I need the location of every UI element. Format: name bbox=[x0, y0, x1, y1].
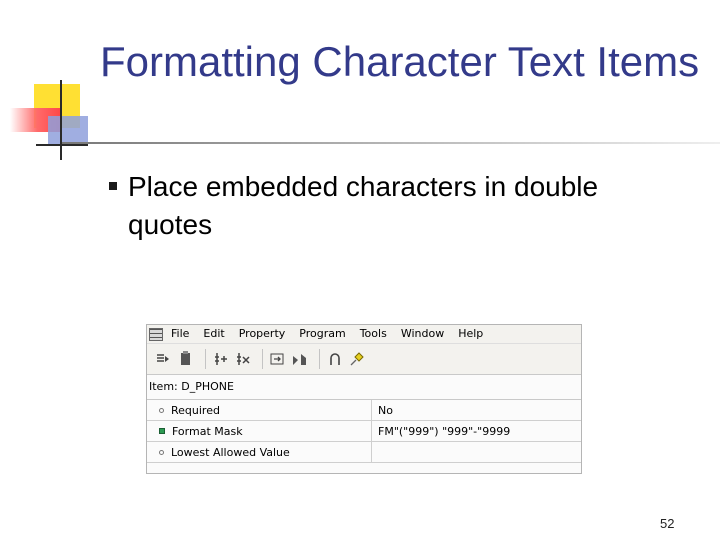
lock-icon[interactable] bbox=[291, 350, 309, 368]
item-name-bar: Item: D_PHONE bbox=[147, 375, 581, 400]
table-row[interactable]: Lowest Allowed Value bbox=[147, 441, 581, 463]
bullet-text: Place embedded characters in double quot… bbox=[128, 171, 599, 240]
property-name: Format Mask bbox=[172, 424, 243, 438]
toolbar-separator bbox=[319, 349, 320, 369]
changed-marker-icon bbox=[159, 428, 165, 434]
menu-program[interactable]: Program bbox=[299, 325, 345, 343]
paste-icon[interactable] bbox=[177, 350, 195, 368]
default-marker-icon bbox=[159, 407, 164, 413]
union-icon[interactable] bbox=[326, 350, 344, 368]
page-number: 52 bbox=[660, 516, 675, 531]
property-value[interactable]: No bbox=[371, 400, 581, 421]
add-property-icon[interactable] bbox=[212, 350, 230, 368]
toolbar-separator bbox=[262, 349, 263, 369]
table-row[interactable]: Required No bbox=[147, 400, 581, 421]
property-value[interactable]: FM"("999") "999"-"9999 bbox=[371, 420, 581, 442]
decor-vertical-line bbox=[60, 80, 62, 160]
menu-window[interactable]: Window bbox=[401, 325, 444, 343]
property-name: Lowest Allowed Value bbox=[171, 445, 290, 459]
inherit-icon[interactable] bbox=[269, 350, 287, 368]
menu-bar: File Edit Property Program Tools Window … bbox=[147, 325, 581, 343]
table-row[interactable]: Format Mask FM"("999") "999"-"9999 bbox=[147, 420, 581, 442]
delete-property-icon[interactable] bbox=[234, 350, 252, 368]
toolbar bbox=[147, 343, 581, 375]
menu-tools[interactable]: Tools bbox=[360, 325, 387, 343]
property-value[interactable] bbox=[371, 441, 581, 463]
pin-icon[interactable] bbox=[348, 350, 366, 368]
property-table: Required No Format Mask FM"("999") "999"… bbox=[147, 400, 581, 463]
menu-help[interactable]: Help bbox=[458, 325, 483, 343]
slide-title: Formatting Character Text Items bbox=[100, 38, 700, 85]
title-underline bbox=[62, 142, 720, 144]
bullet-marker bbox=[109, 182, 117, 190]
decor-horizontal-line bbox=[36, 144, 88, 146]
app-icon bbox=[149, 327, 163, 341]
copy-icon[interactable] bbox=[155, 350, 173, 368]
property-palette-screenshot: File Edit Property Program Tools Window … bbox=[146, 324, 582, 474]
default-marker-icon bbox=[159, 449, 164, 455]
menu-edit[interactable]: Edit bbox=[203, 325, 224, 343]
menu-file[interactable]: File bbox=[171, 325, 189, 343]
toolbar-separator bbox=[205, 349, 206, 369]
menu-property[interactable]: Property bbox=[239, 325, 286, 343]
property-name: Required bbox=[171, 403, 220, 417]
